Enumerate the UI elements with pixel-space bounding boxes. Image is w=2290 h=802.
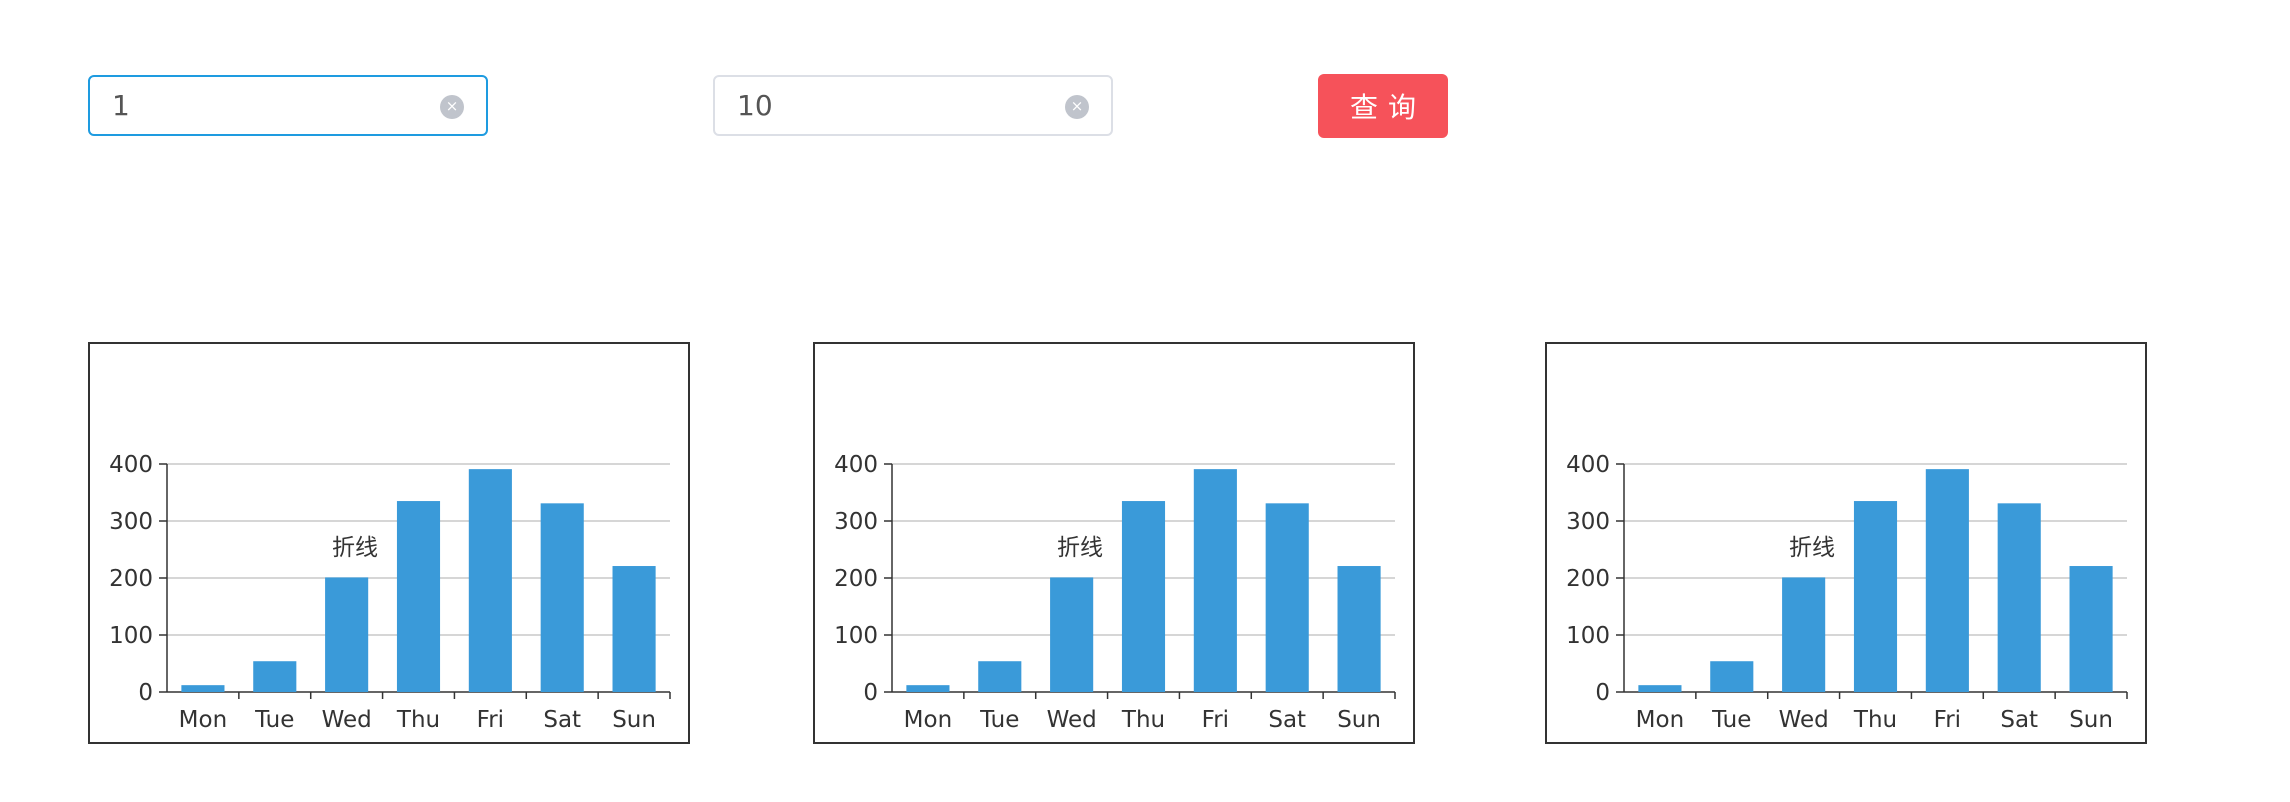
x-tick-label: Wed [1779, 707, 1829, 733]
x-tick-label: Mon [179, 707, 228, 733]
x-tick-label: Fri [1934, 707, 1961, 733]
bar-chart-3: 0 100 200 300 400 Mon Tue Wed Thu Fri Sat Sun 折线 [1566, 452, 2128, 733]
x-tick-label: Thu [1853, 707, 1897, 733]
y-tick-label: 100 [834, 623, 878, 649]
bar-sat [1265, 503, 1309, 692]
y-tick-label: 0 [138, 680, 153, 706]
y-tick-label: 200 [109, 566, 153, 592]
x-tick-label: Mon [1636, 707, 1685, 733]
x-tick-label: Tue [1711, 707, 1751, 733]
start-input-box[interactable]: × [88, 75, 488, 136]
bar-sun [2069, 566, 2113, 692]
clear-start-icon[interactable]: × [440, 95, 464, 119]
y-tick-label: 0 [863, 680, 878, 706]
chart-panel-2: 0 100 200 300 400 Mon Tue Wed Thu Fri Sat Sun 折线 [813, 342, 1415, 744]
bar-wed [1050, 577, 1094, 692]
bar-mon [1638, 685, 1682, 692]
bar-chart-1: 0 100 200 300 400 Mon Tue Wed Thu Fri Sat Sun 折线 [109, 452, 671, 733]
start-input[interactable] [112, 77, 442, 134]
bar-fri [468, 469, 512, 692]
bar-chart-2: 0 100 200 300 400 Mon Tue Wed Thu Fri Sat Sun 折线 [834, 452, 1396, 733]
bar-tue [1710, 661, 1754, 692]
x-tick-label: Wed [322, 707, 372, 733]
y-tick-label: 100 [109, 623, 153, 649]
bar-mon [181, 685, 225, 692]
x-tick-label: Sun [2069, 707, 2113, 733]
bar-tue [978, 661, 1022, 692]
x-tick-label: Thu [1121, 707, 1165, 733]
x-tick-label: Sat [2000, 707, 2038, 733]
chart-overlay-text: 折线 [1789, 535, 1835, 561]
bar-sun [1337, 566, 1381, 692]
x-tick-label: Tue [254, 707, 294, 733]
y-tick-label: 400 [834, 452, 878, 478]
x-tick-label: Sat [543, 707, 581, 733]
x-tick-label: Sun [1337, 707, 1381, 733]
y-tick-label: 200 [834, 566, 878, 592]
chart-panel-3: 0 100 200 300 400 Mon Tue Wed Thu Fri Sat Sun 折线 [1545, 342, 2147, 744]
y-tick-label: 300 [109, 509, 153, 535]
x-tick-label: Sat [1268, 707, 1306, 733]
x-tick-label: Wed [1047, 707, 1097, 733]
bar-thu [1853, 501, 1898, 692]
y-tick-label: 200 [1566, 566, 1610, 592]
chart-panel-1: 0 100 200 300 400 Mon Tue Wed Thu Fri Sat Sun 折线 [88, 342, 690, 744]
bar-thu [1121, 501, 1166, 692]
end-input-box[interactable]: × [713, 75, 1113, 136]
bar-sat [540, 503, 584, 692]
chart-overlay-text: 折线 [332, 535, 378, 561]
chart-overlay-text: 折线 [1057, 535, 1103, 561]
bar-fri [1925, 469, 1969, 692]
bar-mon [906, 685, 950, 692]
bar-wed [1782, 577, 1826, 692]
bar-sun [612, 566, 656, 692]
y-tick-label: 300 [1566, 509, 1610, 535]
y-tick-label: 300 [834, 509, 878, 535]
search-button[interactable]: 查询 [1318, 74, 1448, 138]
y-tick-label: 0 [1595, 680, 1610, 706]
clear-end-icon[interactable]: × [1065, 95, 1089, 119]
bar-fri [1193, 469, 1237, 692]
x-tick-label: Fri [1202, 707, 1229, 733]
x-tick-label: Fri [477, 707, 504, 733]
y-tick-label: 400 [109, 452, 153, 478]
bar-wed [325, 577, 369, 692]
y-tick-label: 100 [1566, 623, 1610, 649]
x-tick-label: Thu [396, 707, 440, 733]
bar-tue [253, 661, 297, 692]
bar-sat [1997, 503, 2041, 692]
x-tick-label: Mon [904, 707, 953, 733]
y-tick-label: 400 [1566, 452, 1610, 478]
x-tick-label: Sun [612, 707, 656, 733]
bar-thu [396, 501, 441, 692]
end-input[interactable] [737, 77, 1067, 134]
x-tick-label: Tue [979, 707, 1019, 733]
